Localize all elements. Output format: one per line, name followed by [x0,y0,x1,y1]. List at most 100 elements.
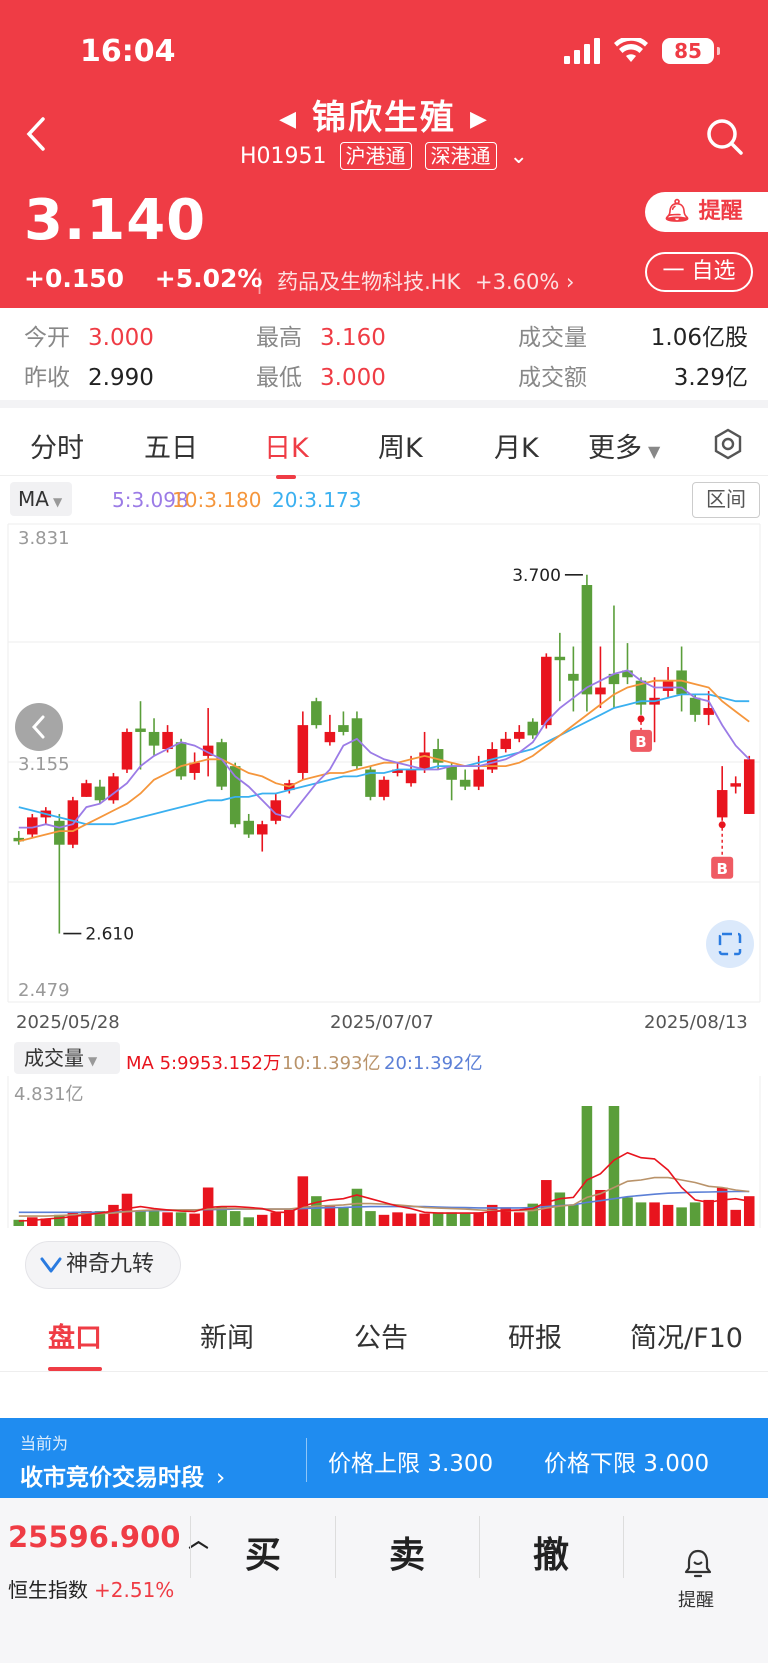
candle-body [595,687,606,695]
candle-body [473,769,484,787]
tab-five-day[interactable]: 五日 [144,426,198,465]
tab-weekly-k[interactable]: 周K [378,426,423,465]
battery-indicator: 85 [662,38,720,64]
candlestick-chart[interactable]: 3.831 3.155 2.479 3.700 2.610 B B 2025/05/2… [0,520,768,1040]
volume-bar [175,1212,187,1226]
volume-bar [243,1217,255,1226]
volume-bar [256,1214,268,1226]
chevron-down-icon[interactable]: ⌄ [510,144,528,169]
stock-code: H01951 [240,144,327,169]
volume-bar [162,1212,173,1226]
sector-link[interactable]: | 药品及生物科技.HK +3.60% › [256,266,574,296]
scroll-left-button[interactable] [15,703,63,751]
vol-ma10-value: 10:1.393亿 [282,1053,381,1074]
ma20-value: 20:3.173 [272,488,362,512]
fullscreen-button[interactable] [706,920,754,968]
alarm-bell-icon[interactable] [684,1548,712,1578]
tab-monthly-k[interactable]: 月K [494,426,539,465]
magic-nine-icon [40,1257,62,1273]
remind-button[interactable]: 🔔︎ 提醒 [645,192,768,232]
stat-volume: 成交量 1.06亿股 [518,325,748,351]
candle-body [581,585,593,695]
alarm-bell-icon: 🔔︎ [663,199,691,224]
range-button[interactable]: 区间 [692,482,760,518]
volume-bar [311,1196,322,1226]
tab-daily-k[interactable]: 日K [264,426,309,479]
prev-stock-icon[interactable]: ◀ [279,107,298,132]
tab-intraday[interactable]: 分时 [30,426,84,465]
x-axis-label-end: 2025/08/13 [644,1012,748,1033]
volume-bar [392,1212,403,1226]
chevron-right-icon: › [216,1465,226,1491]
vol-ma5-value: MA 5:9953.152万 [126,1053,281,1074]
volume-bar [703,1199,714,1226]
candle-body [135,728,146,732]
status-bar: 16:04 85 [0,30,768,70]
volume-bar [554,1192,566,1226]
y-axis-label-bottom: 2.479 [18,980,70,1001]
volume-bar [676,1207,687,1226]
high-price-label: 3.700 [512,566,561,586]
volume-selector[interactable]: 成交量 ▼ [14,1042,120,1074]
ma10-value: 10:3.180 [172,488,262,512]
magic-nine-button[interactable]: 神奇九转 [25,1241,181,1289]
stock-header: 16:04 85 ◀ 锦欣生殖 ▶ H01951 沪港通 深港通 ⌄ 3.140 +… [0,0,768,308]
gear-icon[interactable] [712,428,744,460]
sell-button[interactable]: 卖 [389,1526,425,1578]
cancel-order-button[interactable]: 撤 [533,1526,569,1578]
volume-bar [229,1211,241,1226]
candle-body [229,766,241,825]
auction-session-banner[interactable]: 当前为 收市竞价交易时段 › 价格上限 3.300 价格下限 3.000 [0,1418,768,1498]
divider [190,1516,191,1578]
chevron-up-icon: ︿ [188,1528,209,1552]
candle-body [94,786,106,801]
candle-body [121,731,133,770]
dropdown-triangle-icon: ▼ [648,442,661,461]
next-stock-icon[interactable]: ▶ [470,107,489,132]
candle-body [513,731,525,739]
ma-legend: MA ▼ 5:3.098 10:3.180 20:3.173 区间 [0,480,768,520]
stat-amount: 成交额 3.29亿 [518,365,748,391]
volume-bar [689,1202,701,1226]
volume-bar [649,1202,660,1226]
buy-signal-label: B [635,733,646,751]
y-axis-label-mid: 3.155 [18,754,70,775]
buy-button[interactable]: 买 [245,1526,281,1578]
stat-low: 最低 3.000 [256,365,386,391]
tag-shenzhen-connect: 深港通 [424,142,497,170]
tab-news[interactable]: 新闻 [200,1316,254,1355]
sector-name: 药品及生物科技.HK [277,270,461,294]
candle-body [500,738,512,750]
remind-label[interactable]: 提醒 [678,1586,714,1612]
ma-selector[interactable]: MA ▼ [10,482,72,516]
index-value[interactable]: 25596.900 ︿ [8,1520,208,1554]
stock-title: ◀ 锦欣生殖 ▶ [0,90,768,139]
tab-order-book[interactable]: 盘口 [48,1316,102,1371]
volume-bar [148,1211,160,1226]
search-icon[interactable] [706,118,744,156]
tab-announcements[interactable]: 公告 [354,1316,408,1355]
candle-body [689,697,701,715]
volume-bar [297,1176,309,1226]
volume-bar [473,1212,484,1226]
tab-research[interactable]: 研报 [508,1316,562,1355]
trade-footer: 25596.900 ︿ 恒生指数 +2.51% 买 卖 撤 提醒 [0,1498,768,1663]
volume-bar [459,1213,471,1226]
stat-prev-close: 昨收 2.990 [24,365,154,391]
chevron-right-icon: › [566,270,575,294]
divider [479,1516,480,1578]
volume-bar [27,1217,38,1226]
quote-stats: 今开 3.000 昨收 2.990 最高 3.160 最低 3.000 成交量 1.06亿… [0,310,768,406]
tab-profile-f10[interactable]: 简况/F10 [630,1316,743,1355]
session-name: 收市竞价交易时段 › [20,1465,226,1491]
candle-body [716,790,728,818]
add-watchlist-button[interactable]: 一 自选 [645,252,753,292]
x-axis-label-start: 2025/05/28 [16,1012,120,1033]
price-changes: +0.150 +5.02% [24,264,284,293]
divider [0,400,768,408]
chart-period-tabs: 分时 五日 日K 周K 月K 更多 ▼ [0,412,768,479]
current-price: 3.140 [24,188,207,253]
candle-body [554,656,566,661]
stat-open: 今开 3.000 [24,325,154,351]
tab-more[interactable]: 更多 ▼ [588,426,660,465]
